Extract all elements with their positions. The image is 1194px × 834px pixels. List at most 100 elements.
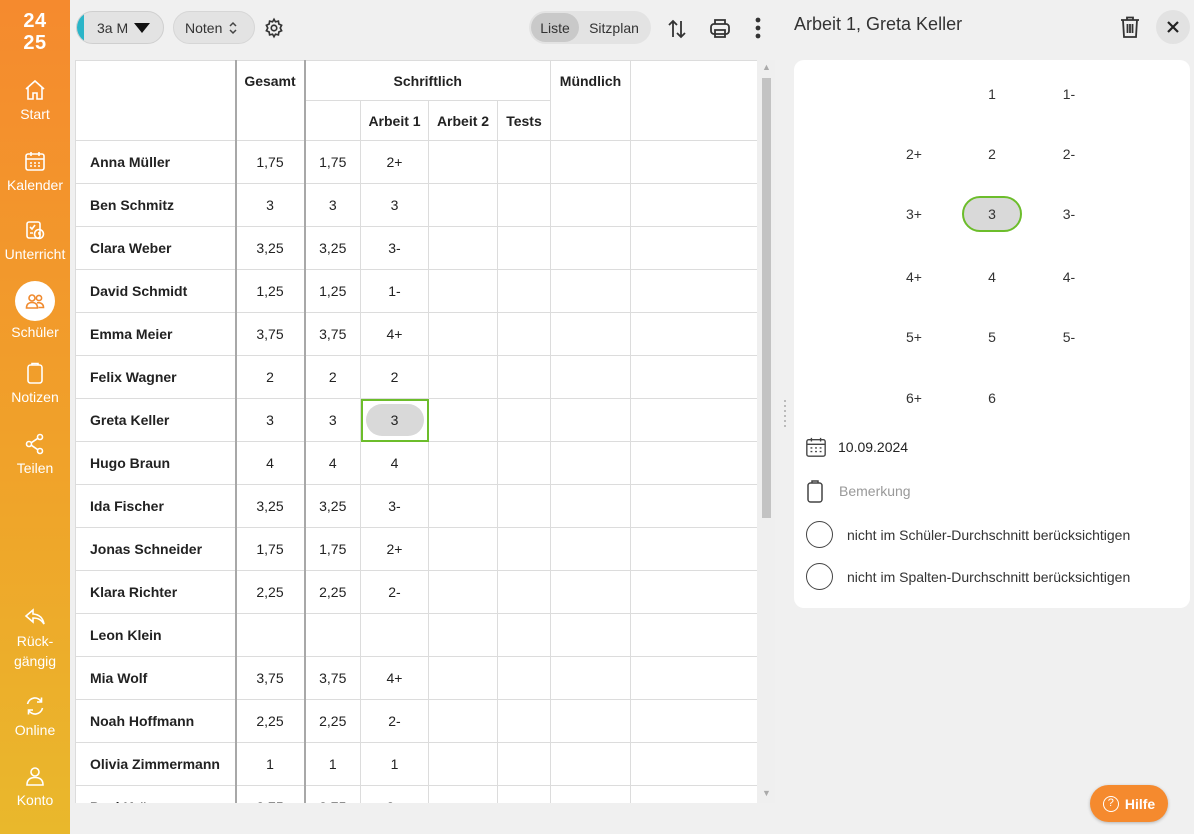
- student-name[interactable]: David Schmidt: [75, 269, 236, 313]
- table-row[interactable]: Noah Hoffmann 2,25 2,25 2-: [75, 699, 758, 743]
- table-row[interactable]: Olivia Zimmermann 1 1 1: [75, 742, 758, 786]
- cell-arbeit-2[interactable]: [428, 398, 498, 442]
- help-button[interactable]: ? Hilfe: [1090, 785, 1168, 822]
- exclude-column-average-option[interactable]: nicht im Spalten-Durchschnitt berücksich…: [806, 563, 1130, 590]
- cell-schriftlich[interactable]: 3,25: [304, 484, 361, 528]
- cell-arbeit-1[interactable]: 2: [360, 355, 429, 399]
- sidebar-item-rueckgaengig[interactable]: Rück- gängig: [0, 605, 70, 669]
- cell-schriftlich[interactable]: 2,25: [304, 699, 361, 743]
- grade-option[interactable]: 2: [962, 136, 1022, 172]
- student-name[interactable]: Felix Wagner: [75, 355, 236, 399]
- cell-gesamt[interactable]: 2,25: [234, 699, 306, 743]
- grades-table-container[interactable]: Gesamt Schriftlich Mündlich Arbeit 1 Arb…: [75, 60, 775, 803]
- cell-arbeit-1[interactable]: 2+: [360, 140, 429, 184]
- cell-muendlich[interactable]: [550, 742, 631, 786]
- cell-arbeit-2[interactable]: [428, 570, 498, 614]
- cell-arbeit-1[interactable]: 4+: [360, 312, 429, 356]
- cell-arbeit-1[interactable]: 3+: [360, 785, 429, 803]
- header-gesamt[interactable]: Gesamt: [234, 60, 306, 141]
- print-button[interactable]: [707, 15, 733, 41]
- sidebar-item-online[interactable]: Online: [0, 694, 70, 738]
- cell-muendlich[interactable]: [550, 183, 631, 227]
- cell-arbeit-2[interactable]: [428, 699, 498, 743]
- sidebar-item-unterricht[interactable]: Unterricht: [0, 218, 70, 262]
- cell-arbeit-1[interactable]: 3: [360, 183, 429, 227]
- cell-arbeit-1[interactable]: 1: [360, 742, 429, 786]
- cell-arbeit-2[interactable]: [428, 484, 498, 528]
- cell-schriftlich[interactable]: 1,75: [304, 140, 361, 184]
- segment-sitzplan[interactable]: Sitzplan: [579, 13, 649, 42]
- table-row[interactable]: Clara Weber 3,25 3,25 3-: [75, 226, 758, 270]
- school-year[interactable]: 24 25: [0, 10, 70, 54]
- cell-arbeit-1[interactable]: 1-: [360, 269, 429, 313]
- table-row[interactable]: Mia Wolf 3,75 3,75 4+: [75, 656, 758, 700]
- cell-arbeit-2[interactable]: [428, 613, 498, 657]
- table-row[interactable]: David Schmidt 1,25 1,25 1-: [75, 269, 758, 313]
- cell-tests[interactable]: [497, 699, 551, 743]
- grade-option[interactable]: 2+: [884, 136, 944, 172]
- cell-tests[interactable]: [497, 484, 551, 528]
- cell-arbeit-2[interactable]: [428, 140, 498, 184]
- cell-schriftlich[interactable]: 1: [304, 742, 361, 786]
- note-field[interactable]: Bemerkung: [805, 479, 911, 503]
- table-row[interactable]: Emma Meier 3,75 3,75 4+: [75, 312, 758, 356]
- grade-option[interactable]: 4: [962, 259, 1022, 295]
- header-muendlich[interactable]: Mündlich: [550, 60, 631, 141]
- cell-muendlich[interactable]: [550, 441, 631, 485]
- grade-option[interactable]: 2-: [1039, 136, 1099, 172]
- cell-muendlich[interactable]: [550, 269, 631, 313]
- table-row[interactable]: Ida Fischer 3,25 3,25 3-: [75, 484, 758, 528]
- grade-option[interactable]: 1: [962, 76, 1022, 112]
- cell-gesamt[interactable]: 3,25: [234, 226, 306, 270]
- sidebar-item-kalender[interactable]: Kalender: [0, 149, 70, 193]
- grade-option[interactable]: 3-: [1039, 196, 1099, 232]
- cell-gesamt[interactable]: 2: [234, 355, 306, 399]
- grade-option[interactable]: 4-: [1039, 259, 1099, 295]
- grade-option[interactable]: 6+: [884, 380, 944, 416]
- sidebar-item-start[interactable]: Start: [0, 78, 70, 122]
- cell-tests[interactable]: [497, 785, 551, 803]
- cell-schriftlich[interactable]: 1,25: [304, 269, 361, 313]
- student-name[interactable]: Greta Keller: [75, 398, 236, 442]
- grade-option[interactable]: 1-: [1039, 76, 1099, 112]
- student-name[interactable]: Jonas Schneider: [75, 527, 236, 571]
- student-name[interactable]: Leon Klein: [75, 613, 236, 657]
- cell-schriftlich[interactable]: 1,75: [304, 527, 361, 571]
- table-row[interactable]: Ben Schmitz 3 3 3: [75, 183, 758, 227]
- cell-arbeit-2[interactable]: [428, 527, 498, 571]
- header-schriftlich[interactable]: Schriftlich: [304, 60, 551, 101]
- student-name[interactable]: Anna Müller: [75, 140, 236, 184]
- sort-button[interactable]: [664, 16, 690, 42]
- cell-muendlich[interactable]: [550, 140, 631, 184]
- table-row[interactable]: Felix Wagner 2 2 2: [75, 355, 758, 399]
- student-name[interactable]: Clara Weber: [75, 226, 236, 270]
- cell-schriftlich[interactable]: 4: [304, 441, 361, 485]
- cell-gesamt[interactable]: 3,75: [234, 312, 306, 356]
- cell-gesamt[interactable]: 2,25: [234, 570, 306, 614]
- cell-gesamt[interactable]: [234, 613, 306, 657]
- cell-arbeit-2[interactable]: [428, 355, 498, 399]
- cell-muendlich[interactable]: [550, 656, 631, 700]
- class-selector[interactable]: 3a M: [76, 11, 164, 44]
- table-row[interactable]: Klara Richter 2,25 2,25 2-: [75, 570, 758, 614]
- cell-arbeit-1[interactable]: 2-: [360, 570, 429, 614]
- segment-liste[interactable]: Liste: [531, 13, 579, 42]
- scroll-up-icon[interactable]: ▲: [762, 62, 771, 72]
- delete-button[interactable]: [1117, 14, 1143, 40]
- cell-muendlich[interactable]: [550, 699, 631, 743]
- student-name[interactable]: Olivia Zimmermann: [75, 742, 236, 786]
- student-name[interactable]: Noah Hoffmann: [75, 699, 236, 743]
- cell-arbeit-1[interactable]: 4: [360, 441, 429, 485]
- grade-option[interactable]: 3: [962, 196, 1022, 232]
- cell-arbeit-2[interactable]: [428, 785, 498, 803]
- student-name[interactable]: Ben Schmitz: [75, 183, 236, 227]
- cell-gesamt[interactable]: 3,75: [234, 656, 306, 700]
- sidebar-item-schueler[interactable]: Schüler: [0, 281, 70, 340]
- cell-muendlich[interactable]: [550, 484, 631, 528]
- cell-schriftlich[interactable]: 3,75: [304, 785, 361, 803]
- student-name[interactable]: Ida Fischer: [75, 484, 236, 528]
- cell-schriftlich[interactable]: 3: [304, 183, 361, 227]
- cell-tests[interactable]: [497, 183, 551, 227]
- student-name[interactable]: Emma Meier: [75, 312, 236, 356]
- grade-option[interactable]: 5: [962, 319, 1022, 355]
